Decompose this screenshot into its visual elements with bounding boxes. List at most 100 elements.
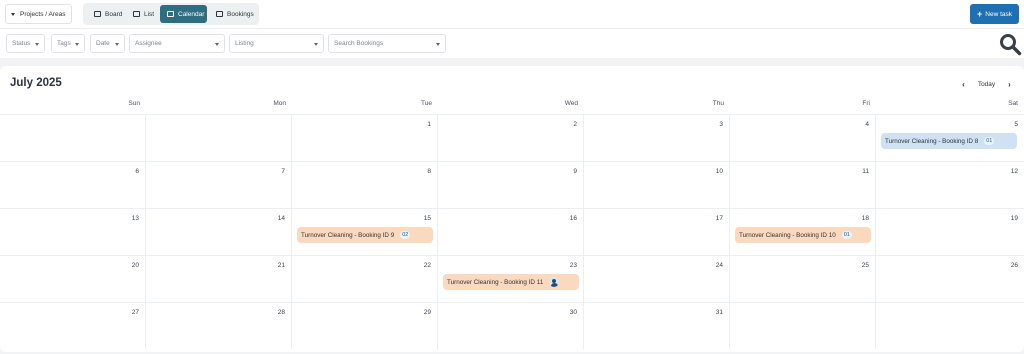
calendar-day-cell[interactable]: 30	[438, 302, 584, 349]
chevron-down-icon	[314, 43, 318, 46]
day-number: 23	[569, 262, 577, 269]
view-bookings-button[interactable]: Bookings	[209, 5, 257, 23]
event-badge: 02	[400, 231, 411, 239]
date-filter-label: Date	[96, 40, 110, 47]
day-number: 13	[131, 215, 139, 222]
chevron-down-icon	[215, 43, 219, 46]
listing-filter[interactable]: Listing	[229, 34, 324, 53]
search-icon[interactable]	[998, 32, 1022, 56]
calendar-day-cell[interactable]: 26	[876, 255, 1024, 302]
calendar-day-cell[interactable]: 7	[146, 161, 292, 208]
calendar-day-cell[interactable]: 2	[438, 114, 584, 161]
day-number: 24	[715, 262, 723, 269]
day-number: 27	[131, 309, 139, 316]
day-number: 9	[573, 168, 577, 175]
calendar-day-cell[interactable]: 13	[0, 208, 146, 255]
event-badge: 01	[841, 231, 852, 239]
view-board-label: Board	[105, 10, 123, 18]
calendar-day-cell[interactable]: 11	[730, 161, 876, 208]
search-bookings-label: Search Bookings	[334, 40, 384, 47]
view-list-label: List	[144, 10, 155, 18]
projects-areas-label: Projects / Areas	[20, 10, 66, 18]
calendar-day-cell[interactable]: 20	[0, 255, 146, 302]
event-badge: 01	[984, 137, 995, 145]
calendar-day-cell[interactable]: 9	[438, 161, 584, 208]
caret-down-icon	[11, 12, 15, 16]
event-booking-8[interactable]: Turnover Cleaning - Booking ID 8 01	[881, 133, 1017, 149]
day-number: 12	[1010, 168, 1018, 175]
event-title: Turnover Cleaning - Booking ID 10	[739, 231, 836, 239]
new-task-button[interactable]: + New task	[970, 4, 1019, 24]
chevron-down-icon	[436, 43, 440, 46]
event-title: Turnover Cleaning - Booking ID 9	[301, 231, 395, 239]
today-button[interactable]: Today	[969, 81, 1004, 88]
day-number: 25	[861, 262, 869, 269]
projects-areas-dropdown[interactable]: Projects / Areas	[5, 4, 72, 24]
chevron-left-icon[interactable]: ‹	[958, 80, 969, 89]
chevron-down-icon	[115, 43, 119, 46]
calendar-day-cell[interactable]	[876, 302, 1024, 349]
day-number: 22	[423, 262, 431, 269]
calendar-day-cell[interactable]: 10	[584, 161, 730, 208]
calendar-day-cell[interactable]: 31	[584, 302, 730, 349]
view-board-button[interactable]: Board	[87, 5, 127, 23]
view-calendar-label: Calendar	[178, 10, 205, 18]
weekday-sun: Sun	[128, 100, 140, 107]
status-filter[interactable]: Status	[6, 34, 45, 53]
tags-filter-label: Tags	[57, 40, 71, 47]
weekday-sat: Sat	[1008, 100, 1018, 107]
day-number: 30	[569, 309, 577, 316]
filter-bar: Status Tags Date Assignee Listing Search…	[0, 28, 1024, 58]
calendar-day-cell[interactable]: 24	[584, 255, 730, 302]
assignee-filter[interactable]: Assignee	[129, 34, 225, 53]
calendar-day-cell[interactable]	[0, 114, 146, 161]
assignee-filter-label: Assignee	[135, 40, 162, 47]
calendar-day-cell[interactable]: 25	[730, 255, 876, 302]
day-number: 14	[277, 215, 285, 222]
calendar-day-cell[interactable]: 17	[584, 208, 730, 255]
weekday-wed: Wed	[564, 100, 578, 107]
day-number: 21	[277, 262, 285, 269]
calendar-day-cell[interactable]: 16	[438, 208, 584, 255]
tags-filter[interactable]: Tags	[51, 34, 85, 53]
calendar-day-cell[interactable]: 28	[146, 302, 292, 349]
board-icon	[94, 11, 101, 17]
avatar	[549, 277, 560, 287]
event-booking-10[interactable]: Turnover Cleaning - Booking ID 10 01	[735, 227, 871, 243]
day-number: 31	[715, 309, 723, 316]
listing-filter-label: Listing	[235, 40, 254, 47]
calendar-nav: ‹ Today ›	[958, 77, 1015, 91]
calendar-day-cell[interactable]: 1	[292, 114, 438, 161]
calendar-day-cell[interactable]: 22	[292, 255, 438, 302]
view-calendar-button[interactable]: Calendar	[160, 5, 207, 23]
day-number: 18	[861, 215, 869, 222]
day-number: 3	[719, 121, 723, 128]
calendar-day-cell[interactable]	[730, 302, 876, 349]
calendar-day-cell[interactable]: 8	[292, 161, 438, 208]
calendar-day-cell[interactable]: 14	[146, 208, 292, 255]
calendar-day-cell[interactable]: 19	[876, 208, 1024, 255]
search-bookings-select[interactable]: Search Bookings	[328, 34, 446, 53]
date-filter[interactable]: Date	[90, 34, 125, 53]
view-list-button[interactable]: List	[126, 5, 160, 23]
plus-icon: +	[977, 8, 983, 19]
calendar-day-cell[interactable]: 3	[584, 114, 730, 161]
event-booking-11[interactable]: Turnover Cleaning - Booking ID 11	[443, 274, 579, 290]
month-title: July 2025	[10, 77, 62, 89]
event-title: Turnover Cleaning - Booking ID 11	[447, 278, 544, 286]
calendar-day-cell[interactable]: 27	[0, 302, 146, 349]
view-bookings-label: Bookings	[227, 10, 254, 18]
day-number: 1	[427, 121, 431, 128]
chevron-right-icon[interactable]: ›	[1004, 80, 1015, 89]
weekday-mon: Mon	[273, 100, 286, 107]
calendar-day-cell[interactable]: 12	[876, 161, 1024, 208]
calendar-day-cell[interactable]	[146, 114, 292, 161]
day-number: 19	[1010, 215, 1018, 222]
calendar-icon	[216, 11, 223, 17]
event-booking-9[interactable]: Turnover Cleaning - Booking ID 9 02	[297, 227, 433, 243]
calendar-day-cell[interactable]: 29	[292, 302, 438, 349]
calendar-day-cell[interactable]: 4	[730, 114, 876, 161]
calendar-day-cell[interactable]: 21	[146, 255, 292, 302]
day-number: 28	[277, 309, 285, 316]
calendar-day-cell[interactable]: 6	[0, 161, 146, 208]
